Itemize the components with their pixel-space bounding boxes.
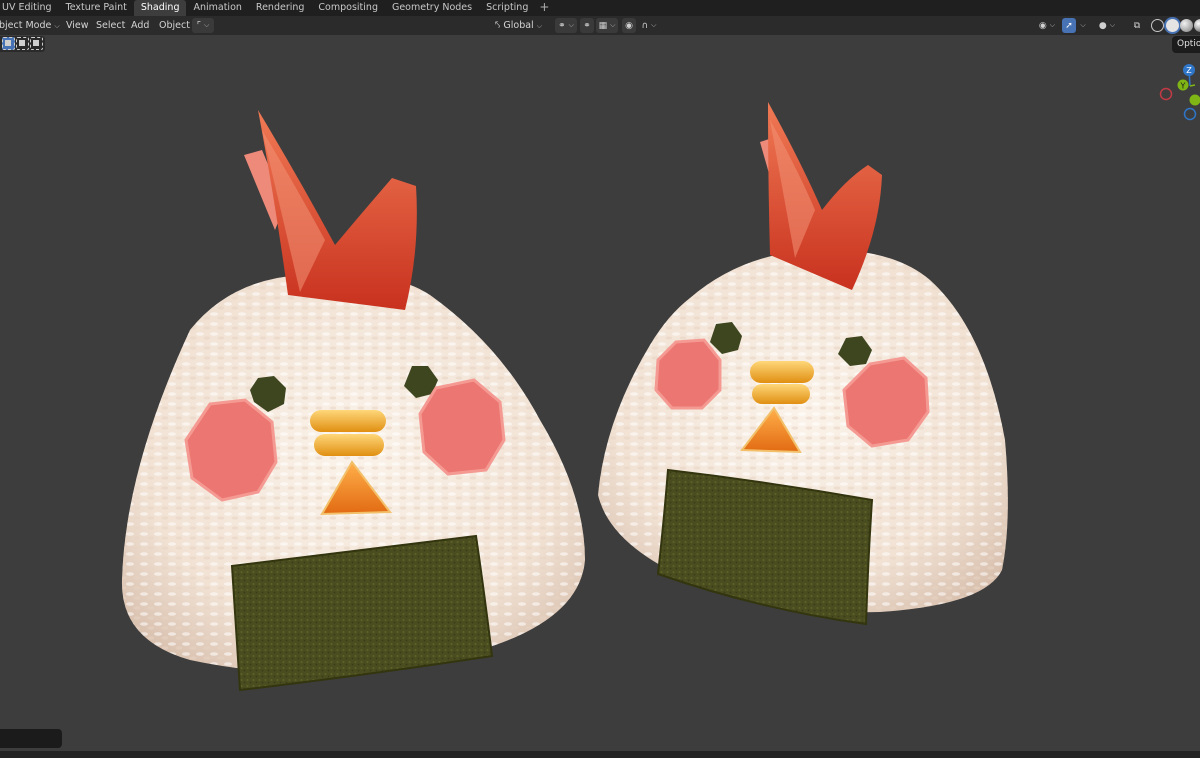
beak-right-bottom <box>752 384 810 404</box>
workspace-tabs: UV Editing Texture Paint Shading Animati… <box>0 0 1200 16</box>
tab-geometry-nodes[interactable]: Geometry Nodes <box>385 0 479 16</box>
beak-left-bottom <box>314 434 384 456</box>
solid-shading-icon[interactable] <box>1166 19 1179 32</box>
plus-icon[interactable]: + <box>535 0 553 16</box>
tab-shading[interactable]: Shading <box>133 0 187 16</box>
tab-uv-editing[interactable]: UV Editing <box>0 0 59 16</box>
xray-icon[interactable]: ⧉ <box>1130 18 1144 33</box>
mode-label: bject Mode <box>0 20 52 31</box>
last-operator-panel[interactable] <box>0 729 62 748</box>
tab-animation[interactable]: Animation <box>186 0 248 16</box>
viewport-header: bject Mode ⌵ View Select Add Object ⌜ ⌵ ⤣ … <box>0 16 1200 35</box>
pivot-icon[interactable]: ⚭ ⌵ <box>555 18 577 33</box>
beak-left-top <box>310 410 386 432</box>
mode-dropdown[interactable]: bject Mode ⌵ <box>0 18 63 33</box>
menu-add[interactable]: Add <box>131 18 149 33</box>
transform-orientation-icon: ⤣ <box>495 20 501 31</box>
chevron-down-icon: ⌵ <box>536 22 543 30</box>
wireframe-shading-icon[interactable] <box>1151 19 1164 32</box>
gizmo-dropdown-icon[interactable]: ⌵ <box>1077 18 1089 33</box>
rice-ball-chicken-left[interactable] <box>121 110 585 692</box>
beak-right-top <box>750 361 814 383</box>
overlay-icon[interactable]: ● ⌵ <box>1096 18 1118 33</box>
menu-view[interactable]: View <box>66 18 89 33</box>
transform-orientation-dropdown[interactable]: ⤣ Global ⌵ <box>492 18 545 33</box>
rice-ball-chicken-right[interactable] <box>598 102 1008 626</box>
snap-icon[interactable]: ⚭ <box>580 18 594 33</box>
chevron-down-icon: ⌵ <box>54 22 60 30</box>
cheek-left-b <box>418 378 506 476</box>
snap-target-icon[interactable]: ▦ ⌵ <box>596 18 618 33</box>
gizmo-icon[interactable]: ➚ <box>1062 18 1076 33</box>
material-shading-icon[interactable] <box>1180 19 1193 32</box>
status-bar <box>0 751 1200 758</box>
viewport-3d[interactable] <box>0 35 1200 751</box>
visibility-icon[interactable]: ◉ ⌵ <box>1036 18 1058 33</box>
falloff-icon[interactable]: ∩ ⌵ <box>638 18 660 33</box>
transform-orientation-label: Global <box>503 20 534 31</box>
tab-scripting[interactable]: Scripting <box>479 0 535 16</box>
tab-compositing[interactable]: Compositing <box>311 0 385 16</box>
menu-object[interactable]: Object <box>159 18 190 33</box>
tab-rendering[interactable]: Rendering <box>249 0 312 16</box>
object-type-icon[interactable]: ⌜ ⌵ <box>192 18 214 33</box>
proportional-edit-icon[interactable]: ◉ <box>622 18 636 33</box>
tab-texture-paint[interactable]: Texture Paint <box>59 0 134 16</box>
menu-select[interactable]: Select <box>96 18 125 33</box>
rendered-shading-icon[interactable] <box>1194 19 1200 32</box>
